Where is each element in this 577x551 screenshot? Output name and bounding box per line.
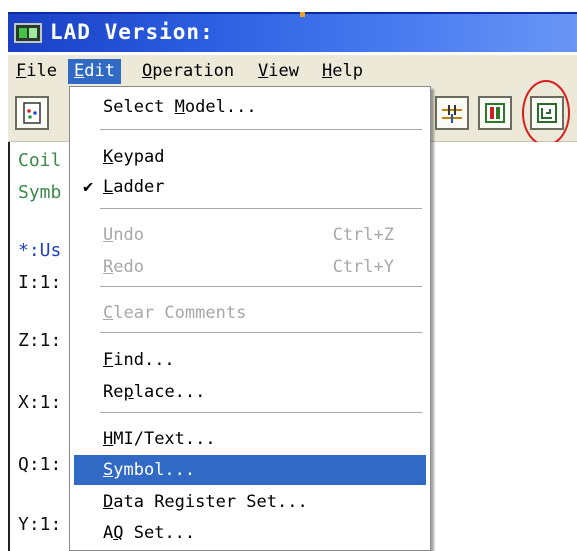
menu-item-replace[interactable]: Replace...: [74, 377, 426, 407]
editor-line: Z:1:: [18, 330, 62, 351]
select-model-button[interactable]: [15, 96, 49, 130]
menu-separator: [100, 332, 422, 334]
editor-line: *:Us: [18, 240, 62, 261]
checkmark-icon: ✔: [83, 177, 94, 197]
title-bar: LAD Version:: [8, 12, 577, 52]
menu-help[interactable]: Help: [316, 59, 369, 84]
menu-separator: [100, 286, 422, 288]
editor-line: X:1:: [18, 392, 62, 413]
ladder-block-icon: [485, 103, 505, 123]
menu-item-ladder[interactable]: ✔ Ladder: [74, 172, 426, 202]
menu-item-aq-set[interactable]: AQ Set...: [74, 518, 426, 548]
app-icon: [14, 23, 42, 43]
menu-item-redo[interactable]: Redo Ctrl+Y: [74, 252, 426, 282]
menu-item-select-model[interactable]: Select Model...: [74, 92, 426, 122]
title-bar-marker: [300, 12, 305, 17]
annotation-circle: [522, 80, 570, 146]
contact-button[interactable]: [435, 96, 469, 130]
menu-item-clear-comments[interactable]: Clear Comments: [74, 298, 426, 328]
editor-line: I:1:: [18, 272, 62, 293]
menu-separator: [100, 208, 422, 210]
menu-operation[interactable]: Operation: [136, 59, 240, 84]
editor-line: Y:1:: [18, 514, 62, 535]
select-model-icon: [23, 102, 41, 124]
editor-line: Q:1:: [18, 454, 62, 475]
menu-item-data-register-set[interactable]: Data Register Set...: [74, 487, 426, 517]
menu-file[interactable]: File: [10, 59, 63, 84]
menu-item-symbol[interactable]: Symbol...: [74, 455, 426, 485]
menu-separator: [100, 412, 422, 414]
menu-separator: [100, 129, 422, 131]
menu-item-hmi-text[interactable]: HMI/Text...: [74, 424, 426, 454]
ladder-block-button[interactable]: [478, 96, 512, 130]
menu-bar: File Edit Operation View Help: [8, 55, 577, 87]
edit-menu-dropdown: Select Model... Keypad ✔ Ladder Undo Ctr…: [69, 86, 431, 551]
menu-view[interactable]: View: [252, 59, 305, 84]
menu-item-keypad[interactable]: Keypad: [74, 142, 426, 172]
editor-line: Symb: [18, 182, 62, 203]
menu-edit[interactable]: Edit: [68, 59, 121, 84]
editor-line: Coil: [18, 150, 62, 171]
menu-item-find[interactable]: Find...: [74, 345, 426, 375]
window-title: LAD Version:: [50, 20, 214, 44]
menu-item-undo[interactable]: Undo Ctrl+Z: [74, 220, 426, 250]
contact-icon: [442, 105, 462, 123]
